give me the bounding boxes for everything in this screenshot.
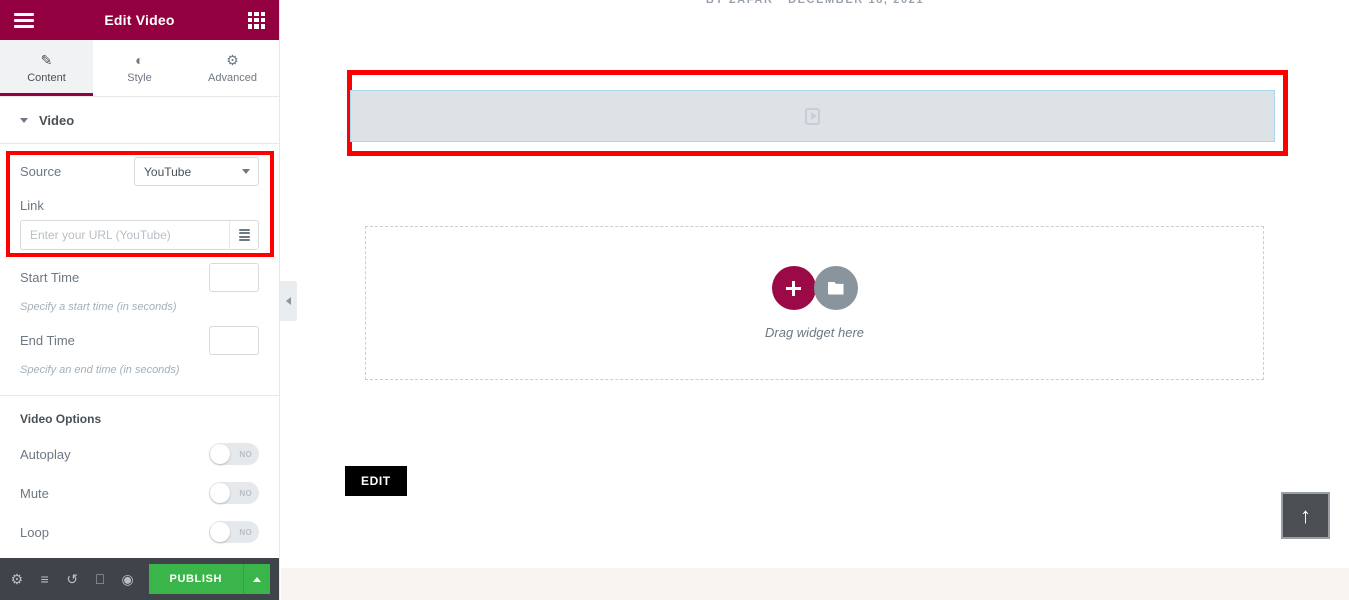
chevron-down-icon <box>242 169 250 174</box>
add-widget-button[interactable] <box>771 266 816 310</box>
canvas-footer-band <box>281 568 1349 600</box>
navigator-layers-icon[interactable]: ≡ <box>38 572 52 586</box>
control-mute: Mute NO <box>0 482 279 504</box>
edit-badge[interactable]: EDIT <box>345 466 407 496</box>
tab-content[interactable]: ✎ Content <box>0 40 93 96</box>
video-play-icon <box>805 107 820 125</box>
control-autoplay: Autoplay NO <box>0 443 279 465</box>
half-circle-contrast-icon: ◐ <box>135 51 144 68</box>
source-select-value: YouTube <box>144 164 192 179</box>
section-video-header[interactable]: Video <box>0 97 279 144</box>
add-template-button[interactable] <box>813 266 858 310</box>
start-time-help: Specify a start time (in seconds) <box>20 301 177 313</box>
elementor-editor: Edit Video ✎ Content ◐ Style ⚙ Advanced … <box>0 0 1349 600</box>
gear-icon: ⚙ <box>226 51 239 68</box>
toggle-knob <box>210 522 230 542</box>
editor-canvas: BY ZAFAR · DECEMBER 18, 2021 Drag widget… <box>281 0 1349 600</box>
loop-toggle[interactable]: NO <box>209 521 259 543</box>
source-label: Source <box>20 164 62 179</box>
dynamic-tags-button[interactable] <box>229 221 258 249</box>
video-options-title: Video Options <box>20 412 102 426</box>
start-time-label: Start Time <box>20 270 80 285</box>
tab-style-label: Style <box>127 71 152 84</box>
arrow-up-icon: ↑ <box>1300 502 1311 528</box>
scroll-to-top-button[interactable]: ↑ <box>1281 492 1330 539</box>
preview-eye-icon[interactable]: ◉ <box>121 572 135 586</box>
drop-zone[interactable]: Drag widget here <box>365 226 1264 380</box>
pencil-icon: ✎ <box>40 51 53 68</box>
link-label: Link <box>20 198 44 213</box>
tab-advanced-label: Advanced <box>208 71 257 84</box>
drop-zone-buttons <box>771 266 858 310</box>
history-revisions-icon[interactable]: ↺ <box>65 572 79 586</box>
plus-icon <box>786 280 801 296</box>
widgets-grid-icon[interactable] <box>248 11 265 29</box>
mute-toggle[interactable]: NO <box>209 482 259 504</box>
panel-footer-toolbar: ⚙ ≡ ↺ ⎕ ◉ PUBLISH <box>0 558 279 600</box>
control-source: Source YouTube <box>0 157 279 186</box>
mute-label: Mute <box>20 485 49 501</box>
drop-zone-label: Drag widget here <box>765 325 864 340</box>
publish-group: PUBLISH <box>148 564 270 594</box>
elementor-settings-panel: Edit Video ✎ Content ◐ Style ⚙ Advanced … <box>0 0 280 600</box>
start-time-input[interactable] <box>209 263 259 292</box>
autoplay-toggle-state: NO <box>239 449 252 459</box>
end-time-help: Specify an end time (in seconds) <box>20 364 180 376</box>
source-select[interactable]: YouTube <box>134 157 259 186</box>
autoplay-toggle[interactable]: NO <box>209 443 259 465</box>
end-time-input[interactable] <box>209 326 259 355</box>
autoplay-label: Autoplay <box>20 446 71 462</box>
panel-title: Edit Video <box>104 12 175 28</box>
caret-down-icon <box>20 117 28 123</box>
post-meta: BY ZAFAR · DECEMBER 18, 2021 <box>705 0 925 6</box>
section-divider <box>0 395 279 396</box>
responsive-mode-icon[interactable]: ⎕ <box>93 572 107 586</box>
caret-up-icon <box>253 576 261 582</box>
toggle-knob <box>210 483 230 503</box>
tab-advanced[interactable]: ⚙ Advanced <box>186 40 279 96</box>
loop-toggle-state: NO <box>239 527 252 537</box>
end-time-label: End Time <box>20 333 75 348</box>
caret-left-icon <box>286 297 291 305</box>
panel-header: Edit Video <box>0 0 279 40</box>
hamburger-menu-icon[interactable] <box>14 12 34 28</box>
panel-collapse-handle[interactable] <box>280 281 297 321</box>
control-link: Link <box>0 198 279 250</box>
control-loop: Loop NO <box>0 521 279 543</box>
toggle-knob <box>210 444 230 464</box>
control-start-time: Start Time <box>0 263 279 292</box>
video-widget[interactable] <box>350 90 1275 142</box>
mute-toggle-state: NO <box>239 488 252 498</box>
link-input-wrapper <box>20 220 259 250</box>
settings-gear-icon[interactable]: ⚙ <box>10 572 24 586</box>
database-stack-icon <box>238 228 250 242</box>
link-input[interactable] <box>21 221 229 249</box>
tab-style[interactable]: ◐ Style <box>93 40 186 96</box>
loop-label: Loop <box>20 524 49 540</box>
publish-options-button[interactable] <box>243 564 270 594</box>
publish-button[interactable]: PUBLISH <box>148 564 243 594</box>
section-video-title: Video <box>39 112 75 128</box>
control-end-time: End Time <box>0 326 279 355</box>
tab-content-label: Content <box>27 71 66 84</box>
panel-tabs: ✎ Content ◐ Style ⚙ Advanced <box>0 40 279 97</box>
folder-icon <box>827 281 844 295</box>
